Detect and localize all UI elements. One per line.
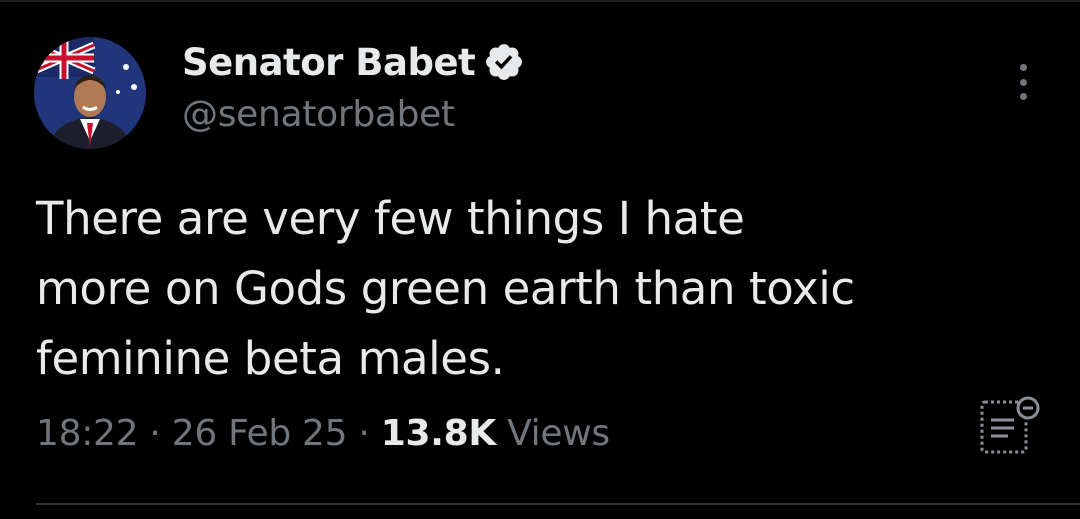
views-count: 13.8K: [380, 413, 497, 454]
tweet-date[interactable]: 26 Feb 25: [172, 413, 348, 454]
author-display-name[interactable]: Senator Babet: [182, 41, 476, 84]
more-dot: [1019, 93, 1027, 100]
analytics-icon[interactable]: [974, 390, 1046, 462]
author-name-row[interactable]: Senator Babet: [182, 36, 525, 88]
bottom-divider: [36, 503, 1080, 505]
author-handle[interactable]: @senatorbabet: [182, 94, 455, 135]
more-dot: [1019, 64, 1027, 71]
views-label: Views: [507, 413, 610, 454]
tweet-meta: 18:22 · 26 Feb 25 · 13.8K Views: [36, 413, 610, 454]
verified-badge-icon: [483, 41, 525, 83]
meta-separator: ·: [358, 413, 370, 454]
more-options-icon[interactable]: [1006, 60, 1040, 104]
meta-separator: ·: [149, 413, 161, 454]
avatar-image: [34, 37, 146, 149]
more-dot: [1019, 78, 1027, 86]
top-divider: [0, 0, 1080, 2]
tweet-text: There are very few things I hate more on…: [36, 192, 855, 385]
avatar[interactable]: [34, 37, 146, 149]
tweet-time[interactable]: 18:22: [36, 413, 139, 454]
